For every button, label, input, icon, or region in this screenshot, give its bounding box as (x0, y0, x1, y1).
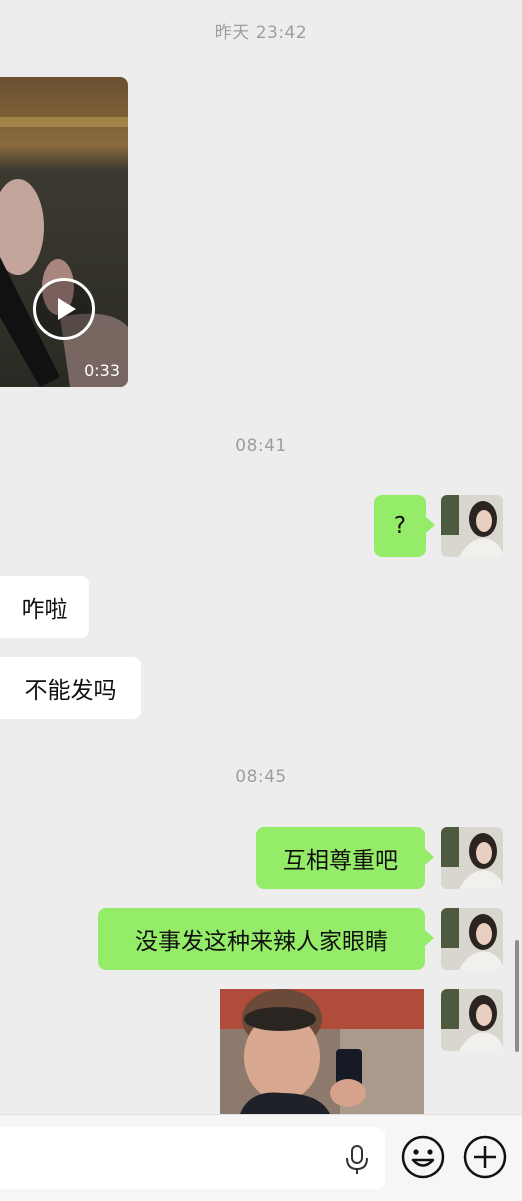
avatar-image (441, 827, 503, 889)
incoming-message[interactable]: 不能发吗 (0, 657, 141, 719)
message-input[interactable] (0, 1127, 385, 1189)
avatar[interactable] (441, 495, 503, 557)
play-icon[interactable] (33, 278, 95, 340)
timestamp: 昨天 23:42 (214, 23, 308, 43)
scrollbar[interactable] (515, 940, 519, 1052)
plus-circle-icon[interactable] (462, 1134, 508, 1180)
video-message[interactable]: 0:33 (0, 77, 128, 387)
microphone-icon[interactable] (343, 1145, 371, 1175)
video-duration: 0:33 (84, 361, 120, 380)
image-message[interactable] (220, 989, 424, 1114)
avatar-image (441, 495, 503, 557)
incoming-message[interactable]: 咋啦 (0, 576, 89, 638)
input-bar (0, 1114, 522, 1201)
smiley-icon[interactable] (400, 1134, 446, 1180)
outgoing-message[interactable]: 互相尊重吧 (256, 827, 434, 889)
avatar[interactable] (441, 989, 503, 1051)
avatar[interactable] (441, 827, 503, 889)
outgoing-message[interactable]: 没事发这种来辣人家眼睛 (98, 908, 434, 970)
avatar[interactable] (441, 908, 503, 970)
avatar-image (441, 908, 503, 970)
timestamp: 08:41 (235, 436, 287, 456)
photo-image (220, 989, 424, 1114)
avatar-image (441, 989, 503, 1051)
outgoing-message[interactable]: ? (374, 495, 435, 557)
video-thumbnail (0, 77, 128, 387)
timestamp: 08:45 (235, 767, 287, 787)
